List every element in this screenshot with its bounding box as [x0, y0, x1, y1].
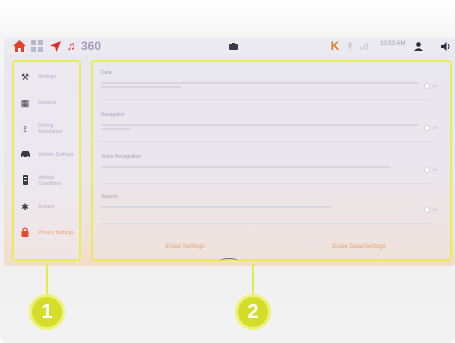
sidebar-item-label: General [38, 100, 56, 106]
sidebar-item-general[interactable]: ▦ General [16, 92, 79, 114]
voice-recognition-toggle[interactable]: Off [424, 166, 440, 173]
sidebar-item-settings[interactable]: ⚒ Settings [16, 66, 79, 88]
settings-icon: ⚒ [20, 71, 30, 82]
erase-data-settings-button[interactable]: Erase Data/Settings [304, 244, 414, 250]
grid-icon: ▦ [20, 97, 30, 108]
settings-sidebar: ⚒ Settings ▦ General ⟟ Driving Assistanc… [12, 60, 81, 261]
toggle-state: Off [432, 167, 438, 172]
signal-icon [360, 39, 370, 53]
connection-status-icon: K [330, 39, 340, 53]
divider [101, 183, 431, 184]
setting-title: Speech [101, 194, 118, 200]
sidebar-item-vehicle-conditions[interactable]: Vehicle Conditions [16, 170, 79, 192]
callout-badge-1: 1 [29, 294, 65, 330]
car-icon [18, 150, 32, 160]
screen: ♫ 360 K 10:53 AM ⚒ Settings ▦ General ⟟ … [4, 38, 455, 266]
music-icon[interactable]: ♫ [65, 39, 77, 53]
tablet-device: ♫ 360 K 10:53 AM ⚒ Settings ▦ General ⟟ … [0, 0, 455, 343]
camera-icon[interactable] [228, 39, 238, 53]
toggle-knob [424, 166, 430, 173]
sidebar-item-label: Settings [38, 74, 57, 80]
mic-icon [346, 39, 354, 53]
home-icon[interactable] [12, 39, 26, 53]
callout-badge-2: 2 [235, 294, 271, 330]
gear-icon: ✱ [21, 201, 29, 212]
drawer-handle[interactable] [220, 258, 238, 264]
setting-description [101, 122, 419, 130]
setting-row-speech: Speech Off [101, 194, 446, 224]
sidebar-item-label: Vehicle Settings [38, 152, 74, 158]
sidebar-item-label: System [38, 204, 55, 210]
toggle-state: Off [432, 125, 438, 130]
toggle-knob [424, 206, 430, 213]
erase-settings-button[interactable]: Erase Settings [140, 244, 230, 250]
divider [101, 141, 431, 142]
divider [101, 223, 431, 224]
clock-text: 10:53 AM [380, 41, 406, 47]
data-toggle[interactable]: Off [424, 82, 440, 89]
toggle-knob [424, 124, 430, 131]
setting-description [101, 80, 419, 88]
view-360-icon[interactable]: 360 [81, 39, 101, 53]
lock-icon [18, 227, 32, 239]
privacy-settings-panel: Data Off Navigation Off Voice Recognitio… [91, 60, 452, 261]
navigation-icon[interactable] [48, 39, 62, 53]
setting-title: Voice Recognition [101, 154, 142, 160]
sidebar-item-privacy-settings[interactable]: Privacy Settings [16, 222, 79, 244]
sidebar-item-driving-assistance[interactable]: ⟟ Driving Assistance [16, 118, 79, 140]
sidebar-item-system[interactable]: ✱ System [16, 196, 79, 218]
vehicle-conditions-icon [18, 175, 32, 187]
setting-description [101, 204, 419, 208]
toggle-state: Off [432, 207, 438, 212]
volume-icon[interactable] [441, 39, 451, 53]
status-bar: ♫ 360 K 10:53 AM [4, 38, 455, 54]
speech-toggle[interactable]: Off [424, 206, 440, 213]
setting-row-navigation: Navigation Off [101, 112, 446, 142]
user-icon[interactable] [413, 39, 423, 53]
tablet-bezel [0, 0, 455, 40]
grid-icon[interactable] [30, 39, 44, 53]
divider [101, 99, 431, 100]
sidebar-item-label: Privacy Settings [38, 230, 74, 236]
navigation-toggle[interactable]: Off [424, 124, 440, 131]
toggle-knob [424, 82, 430, 89]
driving-assist-icon: ⟟ [23, 123, 27, 134]
setting-row-data: Data Off [101, 70, 446, 100]
setting-description [101, 164, 419, 168]
setting-row-voice-recognition: Voice Recognition Off [101, 154, 446, 184]
setting-title: Navigation [101, 112, 125, 118]
setting-title: Data [101, 70, 112, 76]
sidebar-item-vehicle-settings[interactable]: Vehicle Settings [16, 144, 79, 166]
toggle-state: Off [432, 83, 438, 88]
sidebar-item-label: Vehicle Conditions [38, 175, 62, 187]
sidebar-item-label: Driving Assistance [38, 123, 63, 135]
